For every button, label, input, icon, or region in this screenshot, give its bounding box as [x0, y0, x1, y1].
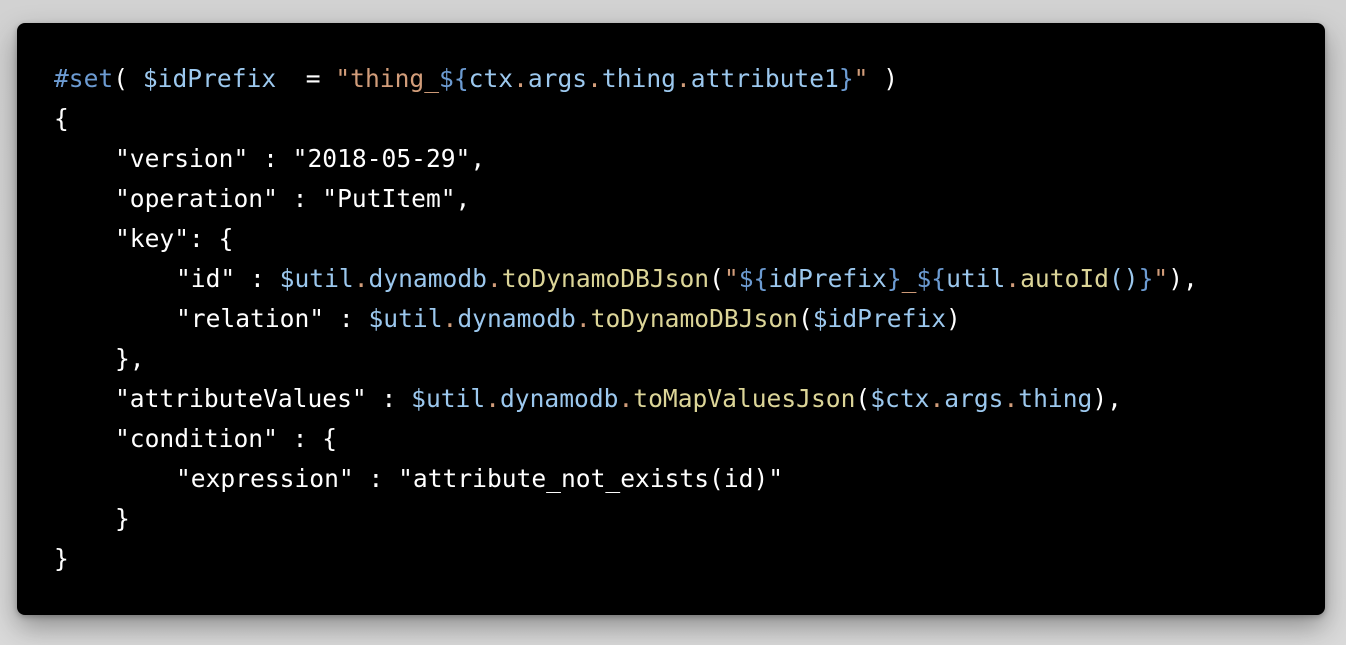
code-token-interp: }	[838, 64, 854, 93]
code-token-dot: .	[486, 264, 502, 293]
code-token-dot: .	[618, 384, 634, 413]
code-line: "key": {	[54, 219, 1325, 259]
code-token-interp: }	[886, 264, 902, 293]
code-line: "operation" : "PutItem",	[54, 179, 1325, 219]
code-line: "attributeValues" : $util.dynamodb.toMap…	[54, 379, 1325, 419]
code-token-dot: .	[1005, 264, 1021, 293]
code-token-var: args	[944, 384, 1004, 413]
code-token-var: $ctx	[870, 384, 930, 413]
code-token-plain: }	[115, 504, 130, 533]
code-token-var: ctx	[468, 64, 514, 93]
code-token-dot: .	[929, 384, 945, 413]
code-token-plain: (	[855, 384, 871, 413]
code-token-plain: "operation" : "PutItem",	[115, 184, 471, 213]
code-token-var: idPrefix	[768, 264, 887, 293]
code-token-fn: toDynamoDBJson	[501, 264, 710, 293]
code-line: "relation" : $util.dynamodb.toDynamoDBJs…	[54, 299, 1325, 339]
code-token-directive: #set	[54, 64, 114, 93]
code-token-dot: .	[485, 384, 500, 413]
code-token-plain: {	[54, 104, 69, 133]
code-token-interp: }	[1138, 264, 1154, 293]
code-line: },	[54, 339, 1325, 379]
code-token-str: _	[901, 264, 917, 293]
code-token-dot: .	[513, 64, 528, 93]
code-token-var: $util	[411, 384, 486, 413]
code-token-fn: toDynamoDBJson	[590, 304, 798, 333]
code-token-var: $idPrefix	[142, 64, 277, 93]
code-token-str: "thing_	[335, 64, 440, 93]
code-token-var: $util	[279, 264, 354, 293]
code-token-plain: ),	[1092, 384, 1122, 413]
code-snippet-window: #set( $idPrefix = "thing_${ctx.args.thin…	[17, 23, 1325, 615]
code-token-dot: .	[353, 264, 369, 293]
code-token-dot: .	[587, 64, 602, 93]
code-token-plain: "relation" :	[176, 304, 369, 333]
code-token-plain: "id" :	[176, 264, 280, 293]
code-line: }	[54, 499, 1325, 539]
code-token-plain: (	[709, 264, 724, 293]
code-token-plain: ),	[1168, 264, 1198, 293]
code-token-str: "	[1153, 264, 1169, 293]
code-line: }	[54, 539, 1325, 579]
code-line: "id" : $util.dynamodb.toDynamoDBJson("${…	[54, 259, 1325, 299]
code-token-var: args	[527, 64, 588, 93]
code-token-plain: )	[868, 64, 899, 93]
code-token-dot: .	[575, 304, 591, 333]
code-token-plain: }	[54, 544, 69, 573]
code-token-var: dynamodb	[457, 304, 576, 333]
code-token-dot: .	[1003, 384, 1019, 413]
code-token-plain: "expression" : "attribute_not_exists(id)…	[176, 464, 784, 493]
code-token-var: $util	[368, 304, 443, 333]
code-token-dot: .	[675, 64, 691, 93]
code-line: #set( $idPrefix = "thing_${ctx.args.thin…	[54, 59, 1325, 99]
code-token-var: thing	[601, 64, 676, 93]
code-line: "version" : "2018-05-29",	[54, 139, 1325, 179]
code-token-str: "	[723, 264, 739, 293]
code-token-plain: },	[115, 344, 145, 373]
code-token-var: ()	[1108, 264, 1139, 293]
code-token-plain: "condition" : {	[115, 424, 338, 453]
code-token-plain: (	[797, 304, 813, 333]
code-block: #set( $idPrefix = "thing_${ctx.args.thin…	[54, 59, 1325, 579]
code-token-fn: autoId	[1020, 264, 1109, 293]
code-token-interp: ${	[439, 64, 469, 93]
code-token-interp: ${	[738, 264, 769, 293]
code-token-dot: .	[442, 304, 458, 333]
code-token-plain: "version" : "2018-05-29",	[115, 144, 486, 173]
code-line: "expression" : "attribute_not_exists(id)…	[54, 459, 1325, 499]
code-token-plain: "attributeValues" :	[115, 384, 412, 413]
code-token-var: dynamodb	[500, 384, 619, 413]
code-token-var: dynamodb	[368, 264, 487, 293]
code-token-var: util	[946, 264, 1006, 293]
code-token-plain: "key": {	[115, 224, 234, 253]
code-token-var: $idPrefix	[812, 304, 947, 333]
code-token-str: "	[853, 64, 869, 93]
code-token-interp: ${	[916, 264, 947, 293]
code-line: {	[54, 99, 1325, 139]
code-token-var: attribute1	[690, 64, 839, 93]
code-token-plain: )	[946, 304, 961, 333]
code-token-var: thing	[1018, 384, 1093, 413]
code-token-fn: toMapValuesJson	[633, 384, 856, 413]
code-token-plain: =	[276, 64, 336, 93]
code-token-plain: (	[113, 64, 143, 93]
code-line: "condition" : {	[54, 419, 1325, 459]
